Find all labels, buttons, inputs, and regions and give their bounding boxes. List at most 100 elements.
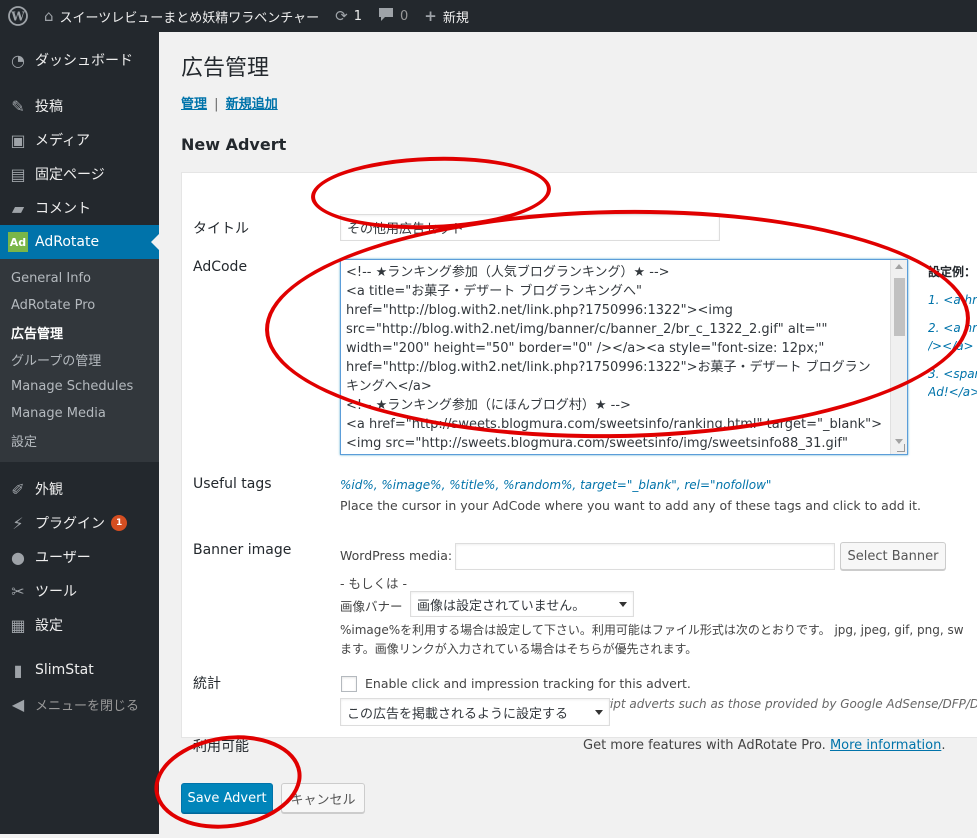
menu-appearance[interactable]: ✐ 外観 <box>0 472 159 506</box>
example-item[interactable]: 1. <a hre <box>928 291 977 309</box>
useful-tags-list[interactable]: %id%, %image%, %title%, %random%, target… <box>340 478 771 492</box>
home-icon: ⌂ <box>44 7 54 25</box>
adrotate-logo-icon: Ad <box>8 232 28 252</box>
wp-media-label: WordPress media: <box>340 548 453 563</box>
collapse-menu-button[interactable]: ◀ メニューを閉じる <box>0 687 159 721</box>
image-banner-select[interactable]: 画像は設定されていません。 <box>410 591 634 617</box>
submenu-general-info[interactable]: General Info <box>0 265 159 292</box>
wrench-icon: ✂ <box>11 581 25 601</box>
or-label: - もしくは - <box>340 576 407 591</box>
menu-label: SlimStat <box>35 662 94 678</box>
menu-label: メディア <box>35 133 91 149</box>
banner-image-label: Banner image <box>193 542 292 558</box>
submenu-manage-schedules[interactable]: Manage Schedules <box>0 373 159 400</box>
add-new-link[interactable]: 新規追加 <box>226 97 278 112</box>
plus-icon: + <box>424 7 437 25</box>
svg-text:W: W <box>10 10 25 24</box>
example-item[interactable]: 2. <a hre <box>928 319 977 337</box>
submenu-manage-groups[interactable]: グループの管理 <box>0 346 159 373</box>
title-label: タイトル <box>193 221 249 237</box>
adcode-label: AdCode <box>193 259 248 275</box>
site-name-link[interactable]: ⌂ スイーツレビューまとめ妖精ワラベンチャー <box>36 0 327 32</box>
menu-tools[interactable]: ✂ ツール <box>0 574 159 608</box>
page-links: 管理 | 新規追加 <box>181 93 278 112</box>
menu-label: ツール <box>35 584 77 600</box>
advert-form: タイトル その他用広告セット AdCode <!-- ★ランキング参加（人気ブロ… <box>181 172 977 755</box>
comments-link[interactable]: 0 <box>370 0 416 32</box>
submenu-adrotate-pro[interactable]: AdRotate Pro <box>0 292 159 319</box>
menu-label: プラグイン <box>35 516 105 532</box>
chevron-down-icon <box>619 602 627 607</box>
example-item[interactable]: Ad!</a> <box>928 383 977 401</box>
menu-label: ユーザー <box>35 550 91 566</box>
adcode-line: <!-- ★ランキング参加（にほんブログ村）★ --> <box>346 398 631 413</box>
menu-comments[interactable]: ▰ コメント <box>0 191 159 225</box>
tracking-checkbox-label[interactable]: Enable click and impression tracking for… <box>365 676 691 691</box>
availability-label: 利用可能 <box>193 739 249 755</box>
example-item[interactable]: /></a> <box>928 337 977 355</box>
adrotate-submenu: General Info AdRotate Pro 広告管理 グループの管理 M… <box>0 259 159 462</box>
example-item[interactable]: 3. <span <box>928 365 977 383</box>
admin-bar: W ⌂ スイーツレビューまとめ妖精ワラベンチャー ⟳ 1 0 + 新規 <box>0 0 977 32</box>
scroll-thumb[interactable] <box>894 278 905 336</box>
submenu-manage-media[interactable]: Manage Media <box>0 400 159 427</box>
chevron-down-icon <box>595 710 603 715</box>
updates-icon: ⟳ <box>335 7 348 25</box>
wp-media-input[interactable] <box>455 543 835 570</box>
title-input[interactable]: その他用広告セット <box>340 214 720 241</box>
adcode-line: href="http://blog.with2.net/link.php?175… <box>346 303 733 318</box>
comments-count: 0 <box>400 8 409 24</box>
tracking-checkbox[interactable] <box>341 676 357 692</box>
new-content-link[interactable]: + 新規 <box>416 0 477 32</box>
adcode-line: <a title="お菓子・デザート ブログランキングへ" <box>346 284 643 299</box>
plugin-update-badge: 1 <box>111 515 128 531</box>
adcode-scrollbar[interactable] <box>890 260 907 454</box>
adcode-line: <!-- ★ランキング参加（人気ブログランキング）★ --> <box>346 265 670 280</box>
menu-dashboard[interactable]: ◔ ダッシュボード <box>0 43 159 77</box>
new-label: 新規 <box>442 10 469 26</box>
submenu-settings[interactable]: 設定 <box>0 427 159 454</box>
user-icon: ● <box>11 547 25 567</box>
media-icon: ▣ <box>10 130 26 150</box>
useful-tags-label: Useful tags <box>193 476 272 492</box>
banner-help-2: ます。画像リンクが入力されている場合はそちらが優先されます。 <box>340 642 698 656</box>
adcode-textarea[interactable]: <!-- ★ランキング参加（人気ブログランキング）★ --> <a title=… <box>340 259 908 455</box>
adcode-line: <img src="http://sweets.blogmura.com/swe… <box>346 436 848 451</box>
updates-link[interactable]: ⟳ 1 <box>327 0 370 32</box>
select-banner-button[interactable]: Select Banner <box>840 542 946 570</box>
plugin-icon: ⚡ <box>12 513 24 533</box>
cancel-button[interactable]: キャンセル <box>281 783 365 813</box>
scroll-up-icon[interactable] <box>895 264 903 269</box>
pro-text: Get more features with AdRotate Pro. <box>583 738 826 753</box>
adcode-line: href="http://blog.with2.net/link.php?175… <box>346 360 871 375</box>
pro-footer-note: Get more features with AdRotate Pro. Mor… <box>583 738 945 753</box>
resize-handle-icon[interactable] <box>897 444 905 452</box>
menu-users[interactable]: ● ユーザー <box>0 540 159 574</box>
manage-link[interactable]: 管理 <box>181 97 207 112</box>
admin-sidebar: ◔ ダッシュボード ✎ 投稿 ▣ メディア ▤ 固定ページ ▰ コメント Ad … <box>0 32 159 834</box>
wordpress-logo-icon[interactable]: W <box>0 0 36 32</box>
menu-pages[interactable]: ▤ 固定ページ <box>0 157 159 191</box>
menu-label: 外観 <box>35 482 63 498</box>
menu-posts[interactable]: ✎ 投稿 <box>0 89 159 123</box>
menu-label: ダッシュボード <box>35 53 133 69</box>
availability-select[interactable]: この広告を掲載されるように設定する <box>340 698 610 726</box>
pushpin-icon: ✎ <box>11 96 25 116</box>
menu-label: コメント <box>35 201 91 217</box>
menu-adrotate[interactable]: Ad AdRotate <box>0 225 159 259</box>
brush-icon: ✐ <box>11 479 25 499</box>
more-information-link[interactable]: More information <box>830 738 941 753</box>
submenu-manage-ads[interactable]: 広告管理 <box>0 319 159 346</box>
adcode-line: キングへ</a> <box>346 379 432 394</box>
footer-period: . <box>941 738 946 753</box>
menu-media[interactable]: ▣ メディア <box>0 123 159 157</box>
save-advert-button[interactable]: Save Advert <box>181 783 273 813</box>
image-banner-label: 画像バナー <box>340 599 403 614</box>
collapse-arrow-icon: ◀ <box>11 694 25 714</box>
menu-plugins[interactable]: ⚡ プラグイン 1 <box>0 506 159 540</box>
menu-settings[interactable]: ▦ 設定 <box>0 608 159 642</box>
collapse-label: メニューを閉じる <box>35 698 140 714</box>
menu-slimstat[interactable]: ▮ SlimStat <box>0 653 159 687</box>
site-name: スイーツレビューまとめ妖精ワラベンチャー <box>59 10 320 26</box>
page-title: 広告管理 <box>181 56 270 81</box>
